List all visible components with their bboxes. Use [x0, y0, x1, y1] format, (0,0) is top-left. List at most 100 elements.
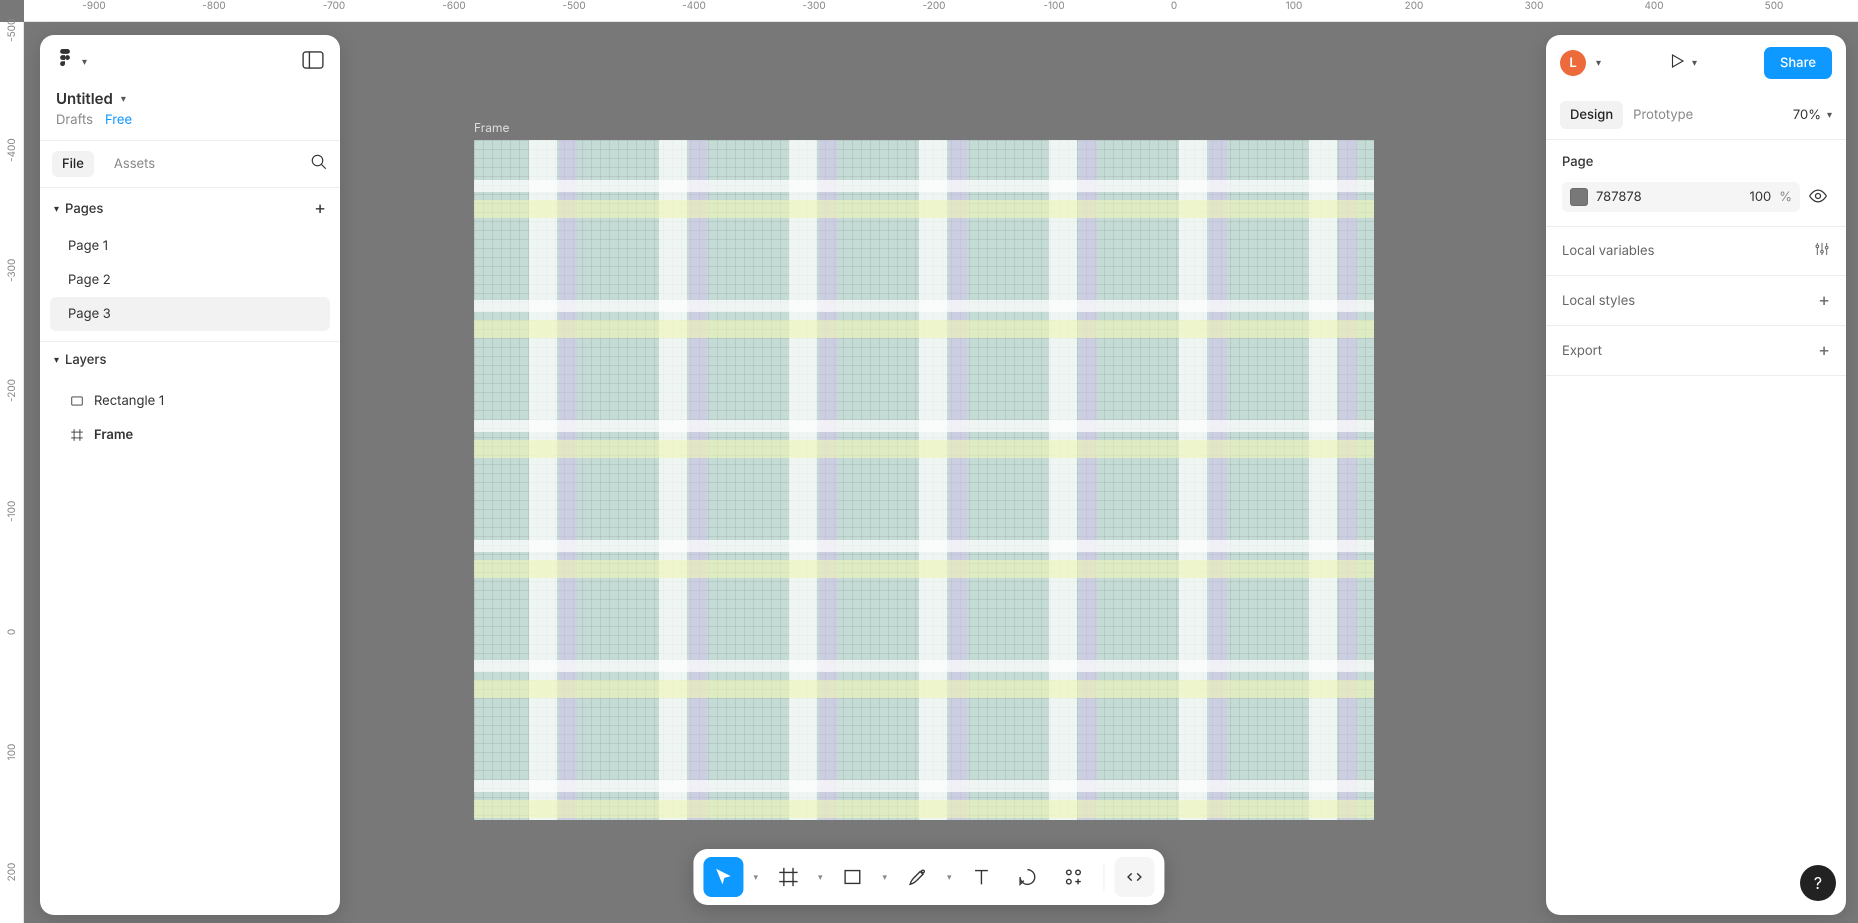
panel-collapse-button[interactable] — [302, 51, 324, 73]
tool-comment[interactable] — [1008, 857, 1048, 897]
plan-badge[interactable]: Free — [105, 112, 132, 128]
figma-logo-icon — [56, 49, 74, 75]
ruler-tick: -300 — [6, 262, 18, 282]
avatar[interactable]: L — [1560, 50, 1586, 76]
layers-list: Rectangle 1 Frame — [40, 378, 340, 458]
frame-label[interactable]: Frame — [474, 120, 510, 135]
rect-icon — [70, 394, 84, 408]
export-row[interactable]: Export + — [1546, 326, 1846, 376]
ruler-tick: -700 — [323, 0, 346, 12]
toolbar-divider — [1104, 863, 1105, 891]
ruler-tick: -200 — [923, 0, 946, 12]
ruler-tick: 100 — [1286, 0, 1303, 12]
chevron-down-icon[interactable]: ▾ — [814, 872, 827, 883]
chevron-down-icon: ▾ — [54, 203, 59, 215]
layers-label: Layers — [65, 352, 106, 368]
chevron-down-icon: ▾ — [82, 56, 87, 68]
ruler-tick: 0 — [1171, 0, 1177, 12]
main-menu-button[interactable]: ▾ — [56, 49, 87, 75]
tool-frame[interactable] — [768, 857, 808, 897]
local-styles-row[interactable]: Local styles + — [1546, 276, 1846, 326]
pages-list: Page 1Page 2Page 3 — [40, 229, 340, 342]
tool-text[interactable] — [962, 857, 1002, 897]
layer-label: Rectangle 1 — [94, 393, 164, 409]
chevron-down-icon: ▾ — [121, 93, 126, 105]
tab-design[interactable]: Design — [1560, 101, 1623, 129]
tool-move[interactable] — [703, 857, 743, 897]
frame[interactable] — [474, 140, 1374, 820]
page-item[interactable]: Page 3 — [50, 297, 330, 331]
layer-item[interactable]: Rectangle 1 — [50, 384, 330, 418]
chevron-down-icon[interactable]: ▾ — [749, 872, 762, 883]
ruler-tick: -200 — [6, 382, 18, 402]
breadcrumb-drafts[interactable]: Drafts — [56, 112, 93, 128]
ruler-tick: -400 — [6, 142, 18, 162]
tool-rectangle[interactable] — [833, 857, 873, 897]
ruler-tick: 200 — [6, 862, 18, 882]
chevron-down-icon[interactable]: ▾ — [1692, 57, 1697, 69]
ruler-tick: -300 — [802, 0, 825, 12]
color-hex[interactable]: 787878 — [1596, 189, 1733, 205]
layers-section-header[interactable]: ▾ Layers — [40, 342, 340, 378]
page-background-row[interactable]: 787878 100 % — [1562, 182, 1800, 212]
ruler-tick: -500 — [6, 22, 18, 42]
left-panel: ▾ Untitled ▾ Drafts Free File Assets ▾ P… — [40, 35, 340, 915]
plus-icon: + — [1818, 290, 1830, 311]
page-section-title: Page — [1562, 154, 1830, 170]
local-variables-row[interactable]: Local variables — [1546, 227, 1846, 276]
breadcrumb: Drafts Free — [40, 108, 340, 140]
document-title-text: Untitled — [56, 89, 113, 108]
add-page-button[interactable]: + — [314, 198, 326, 219]
help-button[interactable]: ? — [1800, 865, 1836, 901]
layer-label: Frame — [94, 427, 133, 443]
export-label: Export — [1562, 343, 1602, 359]
ruler-tick: -400 — [682, 0, 706, 12]
chevron-down-icon: ▾ — [54, 354, 59, 366]
page-section: Page 787878 100 % — [1546, 140, 1846, 227]
ruler-vertical: -500 -400 -300 -200 -100 0 100 200 — [0, 22, 24, 923]
tool-pen[interactable] — [897, 857, 937, 897]
ruler-tick: 300 — [1525, 0, 1544, 12]
color-opacity[interactable]: 100 — [1741, 189, 1771, 205]
pages-label: Pages — [65, 201, 103, 217]
tool-dev-mode[interactable] — [1115, 857, 1155, 897]
ruler-tick: -600 — [442, 0, 465, 12]
page-item[interactable]: Page 1 — [50, 229, 330, 263]
ruler-tick: 400 — [1644, 0, 1663, 12]
ruler-tick: -500 — [562, 0, 585, 12]
color-swatch[interactable] — [1570, 188, 1588, 206]
tool-actions[interactable] — [1054, 857, 1094, 897]
settings-icon — [1814, 241, 1830, 261]
visibility-toggle[interactable] — [1808, 186, 1828, 210]
right-panel: L ▾ ▾ Share Design Prototype 70% ▾ Page … — [1546, 35, 1846, 915]
chevron-down-icon: ▾ — [1827, 109, 1832, 121]
percent-sign: % — [1779, 189, 1792, 205]
zoom-value: 70% — [1793, 107, 1821, 123]
present-button[interactable] — [1668, 52, 1686, 74]
ruler-tick: -800 — [202, 0, 225, 12]
chevron-down-icon[interactable]: ▾ — [879, 872, 892, 883]
ruler-tick: -100 — [1043, 0, 1064, 12]
local-styles-label: Local styles — [1562, 293, 1635, 309]
ruler-tick: 0 — [6, 622, 18, 642]
search-button[interactable] — [310, 153, 328, 175]
zoom-control[interactable]: 70% ▾ — [1793, 107, 1832, 123]
ruler-tick: -100 — [6, 502, 18, 522]
tab-assets[interactable]: Assets — [104, 151, 165, 177]
ruler-horizontal: -900-800-700-600-500-400-300-200-1000100… — [24, 0, 1858, 22]
search-icon — [310, 153, 328, 171]
ruler-tick: 500 — [1765, 0, 1784, 12]
eye-icon — [1808, 186, 1828, 206]
chevron-down-icon[interactable]: ▾ — [943, 872, 956, 883]
local-variables-label: Local variables — [1562, 243, 1654, 259]
layer-item[interactable]: Frame — [50, 418, 330, 452]
share-button[interactable]: Share — [1764, 47, 1832, 79]
page-item[interactable]: Page 2 — [50, 263, 330, 297]
ruler-tick: 100 — [6, 742, 18, 762]
tab-file[interactable]: File — [52, 151, 94, 177]
pages-section-header[interactable]: ▾ Pages + — [40, 188, 340, 229]
chevron-down-icon[interactable]: ▾ — [1596, 57, 1601, 69]
tab-prototype[interactable]: Prototype — [1623, 101, 1703, 129]
document-title[interactable]: Untitled ▾ — [40, 85, 340, 108]
toolbar: ▾ ▾ ▾ ▾ — [693, 849, 1164, 905]
